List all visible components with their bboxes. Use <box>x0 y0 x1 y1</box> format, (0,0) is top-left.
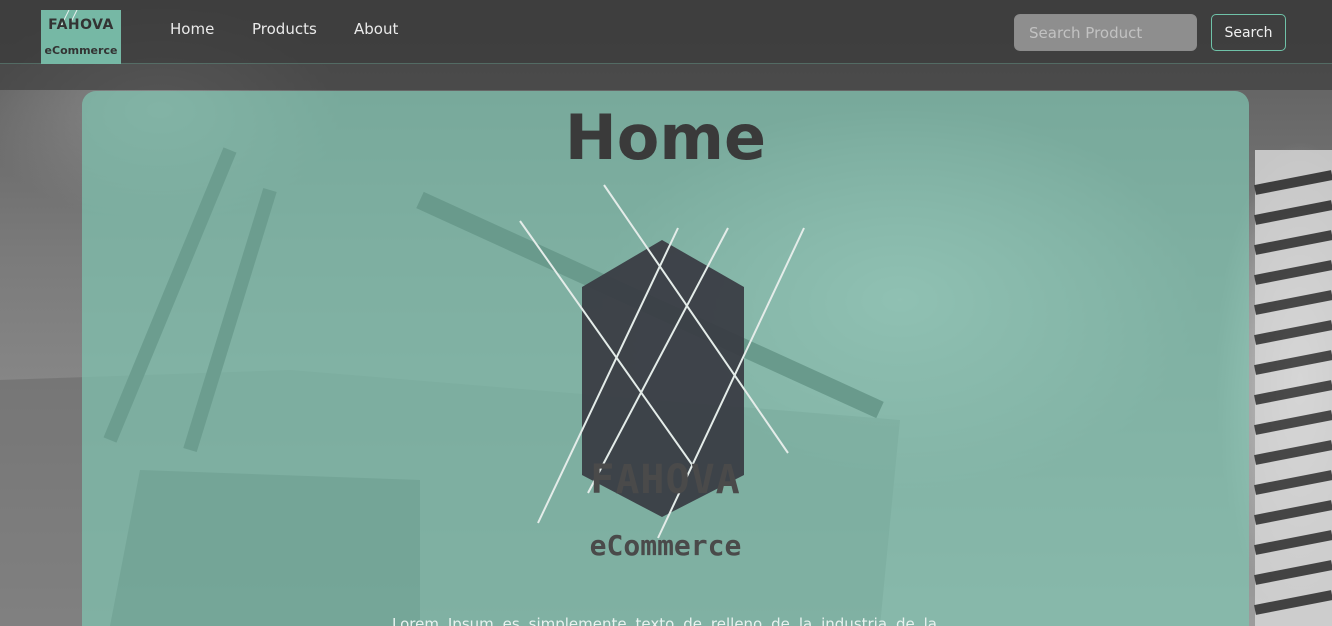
description-text: Lorem Ipsum es simplemente texto de rell… <box>392 615 937 626</box>
nav-products-link[interactable]: Products <box>252 20 317 38</box>
search-input[interactable] <box>1014 14 1197 51</box>
logo[interactable]: FAHOVA eCommerce <box>41 10 121 64</box>
brand-name: FAHOVA <box>590 457 741 503</box>
nav-about-link[interactable]: About <box>354 20 398 38</box>
nav-home-link[interactable]: Home <box>170 20 214 38</box>
search-button[interactable]: Search <box>1211 14 1286 51</box>
main-content-card: Home FAHOVA eCommerce Lorem Ipsum es sim… <box>82 91 1249 626</box>
logo-subtitle: eCommerce <box>44 44 118 57</box>
page-title: Home <box>564 101 767 174</box>
top-navbar: FAHOVA eCommerce Home Products About Sea… <box>0 0 1332 64</box>
brand-subtitle: eCommerce <box>589 529 742 562</box>
logo-title: FAHOVA <box>48 17 114 33</box>
